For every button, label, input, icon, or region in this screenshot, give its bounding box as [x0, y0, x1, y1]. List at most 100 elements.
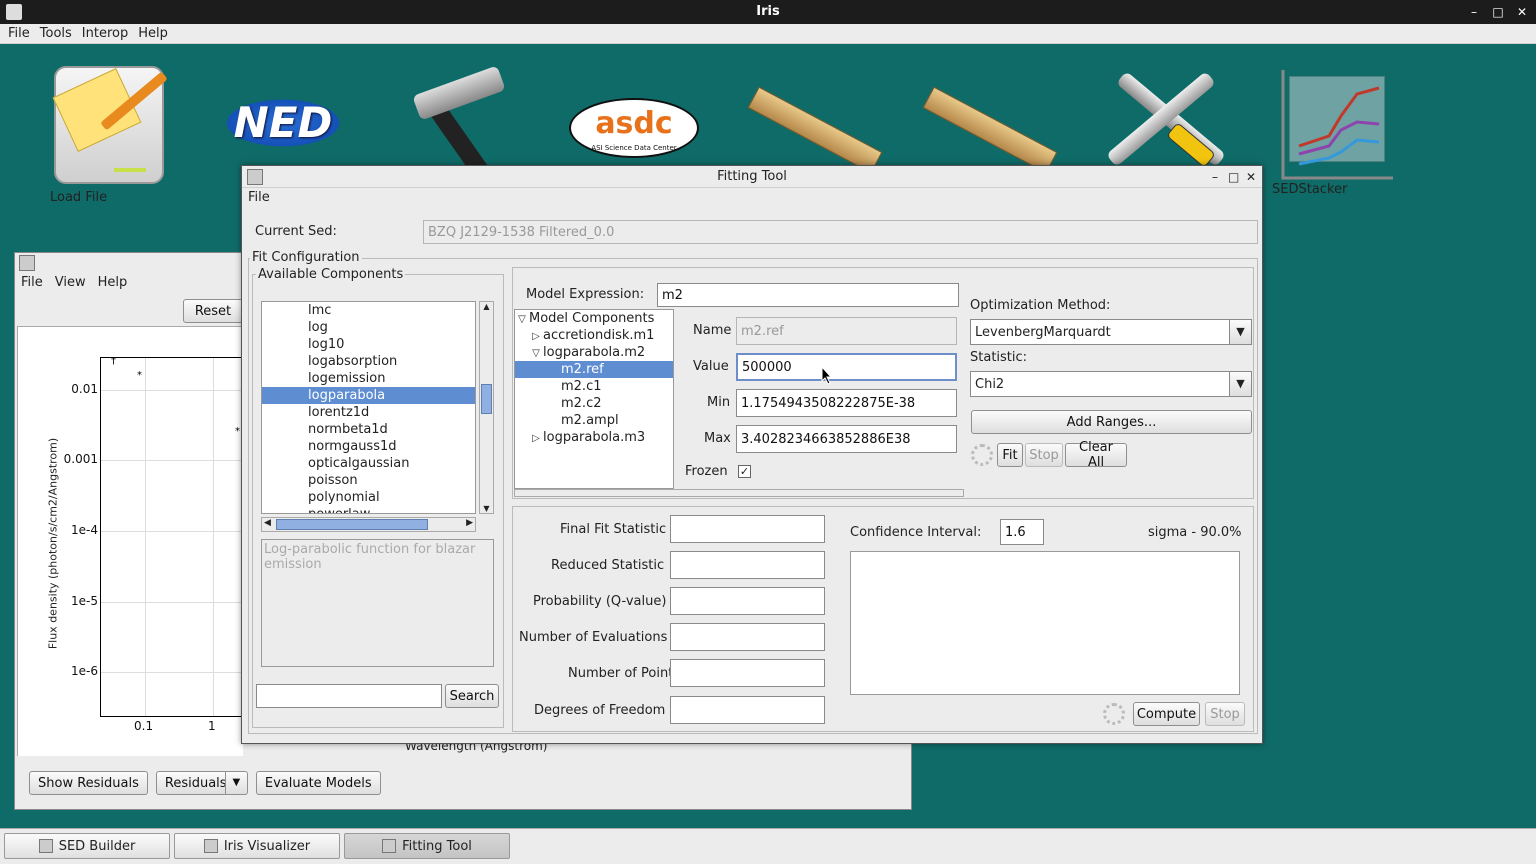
confidence-interval-input[interactable]: 1.6	[1000, 519, 1044, 545]
minimize-icon[interactable]: –	[1210, 166, 1220, 188]
close-icon[interactable]: ✕	[1246, 166, 1256, 188]
search-input[interactable]	[256, 684, 442, 708]
clear-all-button[interactable]: Clear All	[1065, 440, 1127, 470]
frozen-checkbox[interactable]: ✓	[738, 465, 751, 478]
sigma-label: sigma - 90.0%	[1148, 525, 1242, 540]
list-item[interactable]: log	[262, 319, 475, 336]
main-menubar: File Tools Interop Help	[0, 24, 1536, 44]
statistic-label: Statistic:	[970, 350, 1028, 365]
chevron-down-icon[interactable]: ▼	[1229, 320, 1251, 344]
builder-launcher[interactable]	[394, 64, 524, 190]
fit-button[interactable]: Fit	[997, 443, 1023, 467]
list-item[interactable]: logabsorption	[262, 353, 475, 370]
taskbar-fitting-tool[interactable]: Fitting Tool	[344, 833, 510, 859]
tree-node[interactable]: ▷ logparabola.m3	[515, 429, 673, 446]
compute-button[interactable]: Compute	[1133, 702, 1200, 726]
current-sed-label: Current Sed:	[255, 224, 337, 239]
maximize-icon[interactable]: □	[1228, 166, 1239, 188]
components-horizontal-scrollbar[interactable]: ◀ ▶	[261, 517, 476, 532]
components-vertical-scrollbar[interactable]: ▲ ▼	[479, 301, 494, 514]
tree-node[interactable]: ▷ accretiondisk.m1	[515, 327, 673, 344]
model-components-tree[interactable]: ▽ Model Components ▷ accretiondisk.m1 ▽ log…	[514, 309, 674, 489]
stop-fit-button[interactable]: Stop	[1025, 443, 1063, 467]
menu-tools[interactable]: Tools	[40, 26, 72, 41]
taskbar-sed-builder[interactable]: SED Builder	[4, 833, 170, 859]
evaluate-models-button[interactable]: Evaluate Models	[255, 771, 381, 795]
sedstacker-launcher[interactable]: SEDStacker	[1272, 66, 1396, 197]
param-value-label: Value	[693, 359, 729, 374]
list-item-selected[interactable]: logparabola	[262, 387, 475, 404]
points-field	[670, 659, 825, 687]
scroll-thumb[interactable]	[276, 519, 428, 530]
viz-menu-help[interactable]: Help	[98, 275, 128, 290]
list-item[interactable]: lorentz1d	[262, 404, 475, 421]
scroll-left-icon[interactable]: ◀	[264, 518, 271, 528]
viz-menu-file[interactable]: File	[21, 275, 43, 290]
scroll-down-icon[interactable]: ▼	[480, 504, 493, 513]
asdc-launcher[interactable]: asdc ASI Science Data Center	[568, 98, 700, 158]
chevron-right-icon[interactable]: ▷	[529, 328, 543, 345]
scroll-up-icon[interactable]: ▲	[480, 302, 493, 316]
param-min-input[interactable]: 1.1754943508222875E-38	[736, 389, 957, 417]
load-file-label: Load File	[50, 190, 108, 205]
model-expression-input[interactable]: m2	[657, 283, 959, 307]
points-label: Number of Points	[568, 666, 681, 681]
tree-node-selected[interactable]: m2.ref	[515, 361, 673, 378]
tree-root[interactable]: ▽ Model Components	[515, 310, 673, 327]
chevron-down-icon[interactable]: ▽	[515, 311, 529, 328]
tools-launcher[interactable]	[1096, 66, 1226, 176]
tree-node[interactable]: ▽ logparabola.m2	[515, 344, 673, 361]
statistic-dropdown[interactable]: Chi2 ▼	[970, 371, 1252, 397]
list-item[interactable]: logemission	[262, 370, 475, 387]
maximize-icon[interactable]: □	[1492, 0, 1504, 24]
window-icon	[203, 839, 218, 853]
add-ranges-button[interactable]: Add Ranges...	[971, 410, 1252, 434]
menu-help[interactable]: Help	[138, 26, 168, 41]
load-file-launcher[interactable]: Load File	[50, 66, 168, 205]
chevron-down-icon[interactable]: ▽	[529, 345, 543, 362]
chevron-down-icon[interactable]: ▼	[1229, 372, 1251, 396]
scroll-right-icon[interactable]: ▶	[466, 518, 473, 528]
optimization-dropdown[interactable]: LevenbergMarquardt ▼	[970, 319, 1252, 345]
param-max-input[interactable]: 3.4028234663852886E38	[736, 425, 957, 453]
final-fit-statistic-field	[670, 515, 825, 543]
chevron-right-icon[interactable]: ▷	[529, 430, 543, 447]
components-list[interactable]: lmc log log10 logabsorption logemission …	[261, 301, 476, 514]
list-item[interactable]: lmc	[262, 302, 475, 319]
search-button[interactable]: Search	[445, 684, 499, 708]
viz-menu-view[interactable]: View	[55, 275, 86, 290]
compute-stop-button[interactable]: Stop	[1205, 702, 1245, 726]
ned-launcher[interactable]: NED	[218, 96, 348, 150]
close-icon[interactable]: ✕	[1516, 0, 1528, 24]
menu-file[interactable]: File	[8, 26, 30, 41]
list-item[interactable]: polynomial	[262, 489, 475, 506]
param-value-input[interactable]: 500000	[736, 353, 957, 381]
taskbar: SED Builder Iris Visualizer Fitting Tool	[0, 828, 1536, 864]
fit-configuration-label: Fit Configuration	[250, 250, 362, 265]
scroll-thumb[interactable]	[481, 384, 492, 414]
tree-node[interactable]: m2.c1	[515, 378, 673, 395]
fitting-menu-file[interactable]: File	[248, 190, 270, 205]
ruler-launcher-1[interactable]	[745, 86, 885, 174]
list-item[interactable]: normgauss1d	[262, 438, 475, 455]
chevron-down-icon[interactable]: ▼	[224, 772, 247, 794]
tree-node[interactable]: m2.ampl	[515, 412, 673, 429]
ruler-launcher-2[interactable]	[920, 86, 1060, 174]
reset-button[interactable]: Reset	[183, 299, 243, 323]
taskbar-iris-visualizer[interactable]: Iris Visualizer	[174, 833, 340, 859]
list-item[interactable]: normbeta1d	[262, 421, 475, 438]
minimize-icon[interactable]: –	[1468, 0, 1480, 24]
residuals-dropdown[interactable]: Residuals ▼	[155, 771, 248, 795]
sed-plot[interactable]: Flux density (photon/s/cm2/Angstrom) † *…	[17, 326, 250, 756]
show-residuals-button[interactable]: Show Residuals	[29, 771, 148, 795]
list-item[interactable]: log10	[262, 336, 475, 353]
list-item[interactable]: powerlaw	[262, 506, 475, 513]
busy-spinner-icon	[971, 444, 993, 466]
list-item[interactable]: poisson	[262, 472, 475, 489]
tree-node[interactable]: m2.c2	[515, 395, 673, 412]
list-item[interactable]: opticalgaussian	[262, 455, 475, 472]
y-tick-label: 1e-6	[71, 664, 98, 678]
sedstacker-icon	[1279, 66, 1393, 180]
tree-horizontal-scrollbar[interactable]	[514, 489, 964, 497]
menu-interop[interactable]: Interop	[82, 26, 128, 41]
